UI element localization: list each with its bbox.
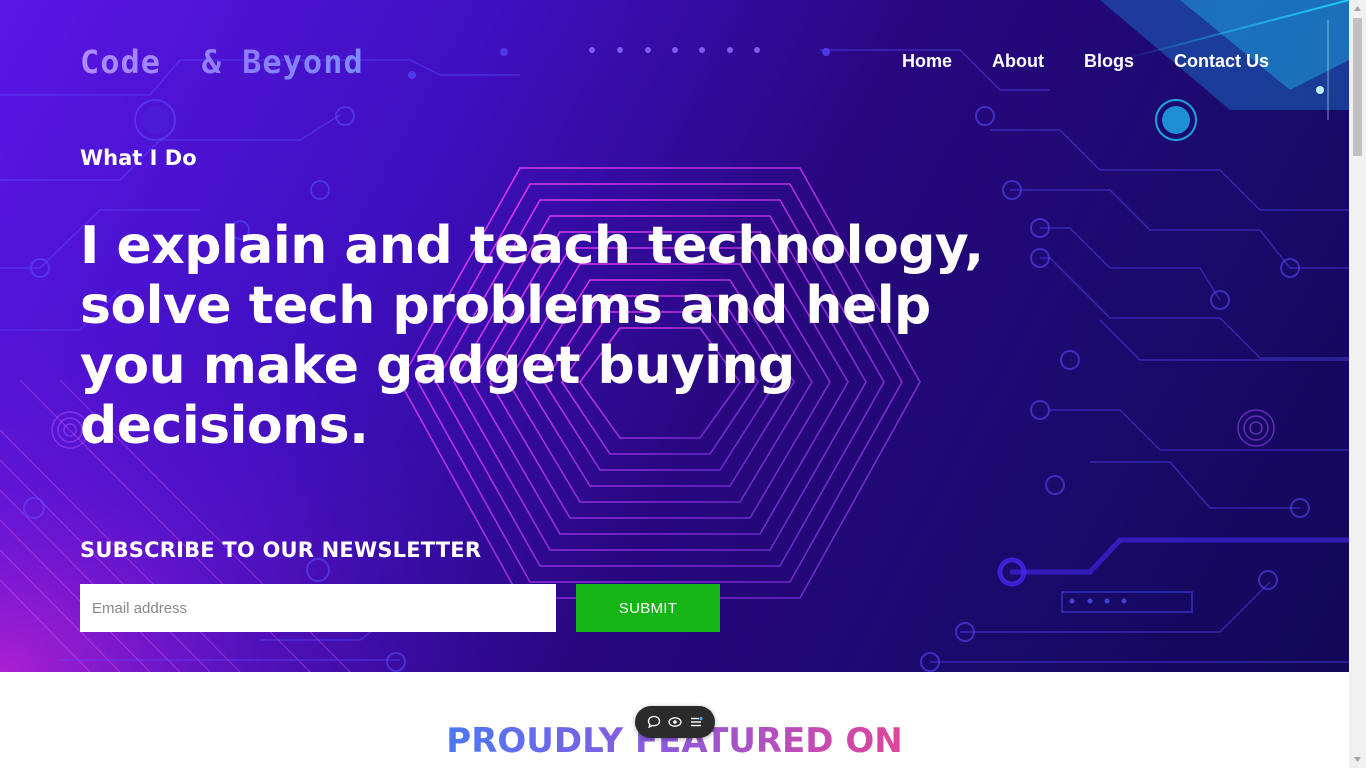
section-eyebrow: What I Do <box>80 146 197 170</box>
page-scrollbar[interactable] <box>1349 0 1366 768</box>
nav-contact-link[interactable]: Contact Us <box>1174 48 1269 74</box>
nav-blogs-link[interactable]: Blogs <box>1084 48 1134 74</box>
nav-home-link[interactable]: Home <box>902 48 952 74</box>
scroll-up-arrow-icon[interactable] <box>1353 4 1362 13</box>
newsletter-submit-button[interactable]: SUBMIT <box>576 584 720 632</box>
newsletter-title: SUBSCRIBE TO OUR NEWSLETTER <box>80 538 482 562</box>
menu-icon[interactable] <box>688 714 704 730</box>
chat-icon[interactable] <box>646 714 662 730</box>
scroll-down-arrow-icon[interactable] <box>1353 755 1362 764</box>
hero-section: Code & Beyond Home About Blogs Contact U… <box>0 0 1349 672</box>
main-nav: Home About Blogs Contact Us <box>902 48 1269 74</box>
newsletter-email-input[interactable] <box>80 584 556 632</box>
scrollbar-thumb[interactable] <box>1353 18 1362 156</box>
site-logo[interactable]: Code & Beyond <box>80 40 364 84</box>
nav-about-link[interactable]: About <box>992 48 1044 74</box>
floating-toolbar <box>635 706 715 738</box>
hero-headline: I explain and teach technology, solve te… <box>80 216 984 456</box>
eye-icon[interactable] <box>667 714 683 730</box>
